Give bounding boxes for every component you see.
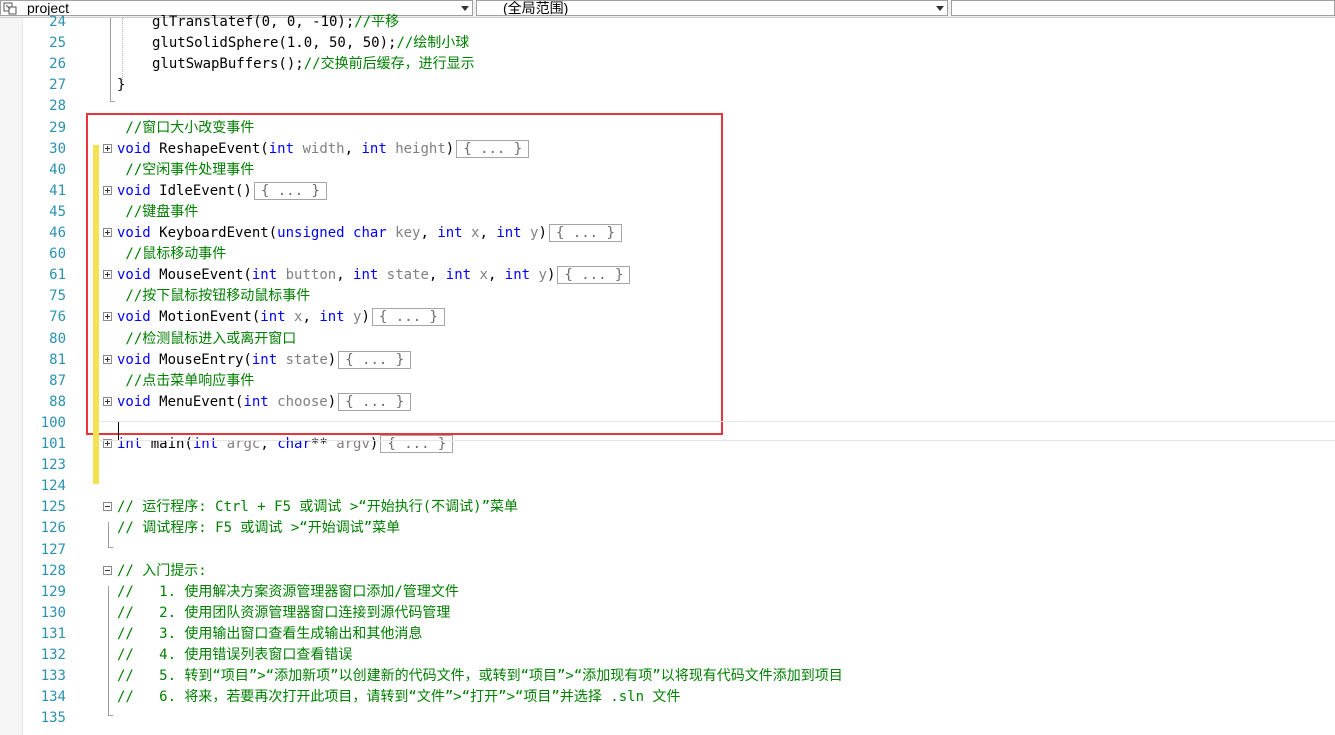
code-text: // 6. 将来，若要再次打开此项目，请转到“文件”>“打开”>“项目”并选择 …: [117, 687, 680, 708]
line-number: 132: [40, 647, 66, 663]
line-number: 45: [49, 203, 66, 220]
outline-end-mark: [108, 715, 113, 716]
line-number: 24: [49, 14, 66, 30]
line-number: 125: [40, 499, 66, 516]
line-number: 101: [40, 436, 66, 452]
code-token: // 4. 使用错误列表窗口查看错误: [117, 647, 353, 663]
code-token: // 调试程序: F5 或调试 >“开始调试”菜单: [117, 520, 401, 537]
code-line[interactable]: 124: [0, 476, 1335, 497]
code-text: // 3. 使用输出窗口查看生成输出和其他消息: [117, 624, 422, 645]
code-text: // 1. 使用解决方案资源管理器窗口添加/管理文件: [117, 582, 459, 603]
outline-line: [108, 522, 109, 548]
line-number: 130: [40, 604, 66, 621]
code-token: //绘制小球: [396, 35, 470, 52]
code-line[interactable]: 135: [0, 708, 1335, 729]
code-line[interactable]: 134 // 6. 将来，若要再次打开此项目，请转到“文件”>“打开”>“项目”并…: [0, 687, 1335, 708]
code-line[interactable]: 126 // 调试程序: F5 或调试 >“开始调试”菜单: [0, 518, 1335, 539]
line-number: 128: [40, 562, 66, 579]
current-line-highlight: [100, 421, 1335, 441]
line-number: 25: [49, 35, 66, 52]
code-text: glTranslatef(0, 0, -10);//平移: [152, 12, 399, 33]
line-number: 75: [49, 288, 66, 305]
line-number: 126: [40, 520, 66, 537]
code-token: glTranslatef(0, 0, -10);: [152, 14, 355, 30]
code-token: // 入门提示:: [117, 562, 216, 579]
code-token: glutSwapBuffers();: [152, 56, 304, 73]
code-line[interactable]: 27}: [0, 75, 1335, 96]
text-caret: [118, 422, 119, 440]
code-token: //交换前后缓存，进行显示: [303, 56, 475, 73]
line-number: 40: [49, 161, 66, 178]
line-number: 30: [49, 140, 66, 157]
chevron-down-icon: [936, 6, 944, 11]
line-number: 76: [49, 309, 66, 326]
outline-end-mark: [108, 547, 113, 548]
code-token: // 3. 使用输出窗口查看生成输出和其他消息: [117, 625, 423, 642]
code-text: // 5. 转到“项目”>“添加新项”以创建新的代码文件，或转到“项目”>“添加…: [117, 666, 843, 687]
code-line[interactable]: 131 // 3. 使用输出窗口查看生成输出和其他消息: [0, 624, 1335, 645]
code-line[interactable]: 129 // 1. 使用解决方案资源管理器窗口添加/管理文件: [0, 582, 1335, 603]
code-line[interactable]: 24 glTranslatef(0, 0, -10);//平移: [0, 12, 1335, 33]
line-number: 133: [40, 668, 66, 685]
line-number: 135: [40, 710, 66, 727]
code-token: // 2. 使用团队资源管理器窗口连接到源代码管理: [117, 604, 451, 621]
code-text: // 运行程序: Ctrl + F5 或调试 >“开始执行(不调试)”菜单: [117, 497, 518, 518]
outline-end-mark: [110, 101, 115, 102]
code-line[interactable]: 130 // 2. 使用团队资源管理器窗口连接到源代码管理: [0, 603, 1335, 624]
code-text: // 入门提示:: [117, 561, 215, 582]
line-number: 87: [49, 372, 66, 389]
line-number: 46: [49, 225, 66, 241]
collapse-icon[interactable]: [103, 565, 112, 575]
indent-guide: [122, 18, 123, 82]
line-number: 41: [49, 182, 66, 199]
code-token: // 1. 使用解决方案资源管理器窗口添加/管理文件: [117, 583, 459, 600]
code-token: // 6. 将来，若要再次打开此项目，请转到“文件”>“打开”>“项目”并选择 …: [117, 689, 681, 706]
code-token: //平移: [354, 14, 400, 30]
code-line[interactable]: 128 // 入门提示:: [0, 561, 1335, 582]
line-number: 131: [40, 625, 66, 642]
code-token: // 5. 转到“项目”>“添加新项”以创建新的代码文件，或转到“项目”>“添加…: [117, 668, 843, 685]
change-marker: [93, 145, 99, 484]
line-number: 123: [40, 457, 66, 474]
line-number: 100: [40, 414, 66, 431]
line-number: 81: [49, 351, 66, 368]
line-number: 28: [49, 98, 66, 115]
chevron-down-icon: [461, 6, 469, 11]
line-number: 134: [40, 689, 66, 706]
code-text: glutSwapBuffers();//交换前后缓存，进行显示: [152, 54, 475, 75]
code-line[interactable]: 26 glutSwapBuffers();//交换前后缓存，进行显示: [0, 54, 1335, 75]
code-line[interactable]: 125 // 运行程序: Ctrl + F5 或调试 >“开始执行(不调试)”菜单: [0, 497, 1335, 518]
line-number: 127: [40, 541, 66, 558]
line-number: 27: [49, 77, 66, 94]
line-number: 129: [40, 583, 66, 600]
outline-line: [108, 586, 109, 716]
highlight-rectangle: [86, 113, 723, 435]
collapse-icon[interactable]: [103, 502, 112, 512]
code-line[interactable]: 123: [0, 455, 1335, 476]
line-number: 80: [49, 330, 66, 347]
code-line[interactable]: 132 // 4. 使用错误列表窗口查看错误: [0, 645, 1335, 666]
code-text: // 4. 使用错误列表窗口查看错误: [117, 645, 352, 666]
line-number: 60: [49, 246, 66, 263]
code-text: // 调试程序: F5 或调试 >“开始调试”菜单: [117, 518, 400, 539]
code-token: glutSolidSphere(1.0, 50, 50);: [152, 35, 397, 52]
code-token: // 运行程序: Ctrl + F5 或调试 >“开始执行(不调试)”菜单: [117, 499, 519, 516]
line-number: 26: [49, 56, 66, 73]
line-number: 88: [49, 393, 66, 410]
code-text: // 2. 使用团队资源管理器窗口连接到源代码管理: [117, 603, 450, 624]
code-line[interactable]: 127: [0, 540, 1335, 561]
code-line[interactable]: 133 // 5. 转到“项目”>“添加新项”以创建新的代码文件，或转到“项目”>…: [0, 666, 1335, 687]
code-text: glutSolidSphere(1.0, 50, 50);//绘制小球: [152, 33, 469, 54]
line-number: 29: [49, 119, 66, 136]
line-number: 124: [40, 478, 66, 495]
code-line[interactable]: 25 glutSolidSphere(1.0, 50, 50);//绘制小球: [0, 33, 1335, 54]
line-number: 61: [49, 267, 66, 284]
outline-line: [110, 18, 111, 102]
